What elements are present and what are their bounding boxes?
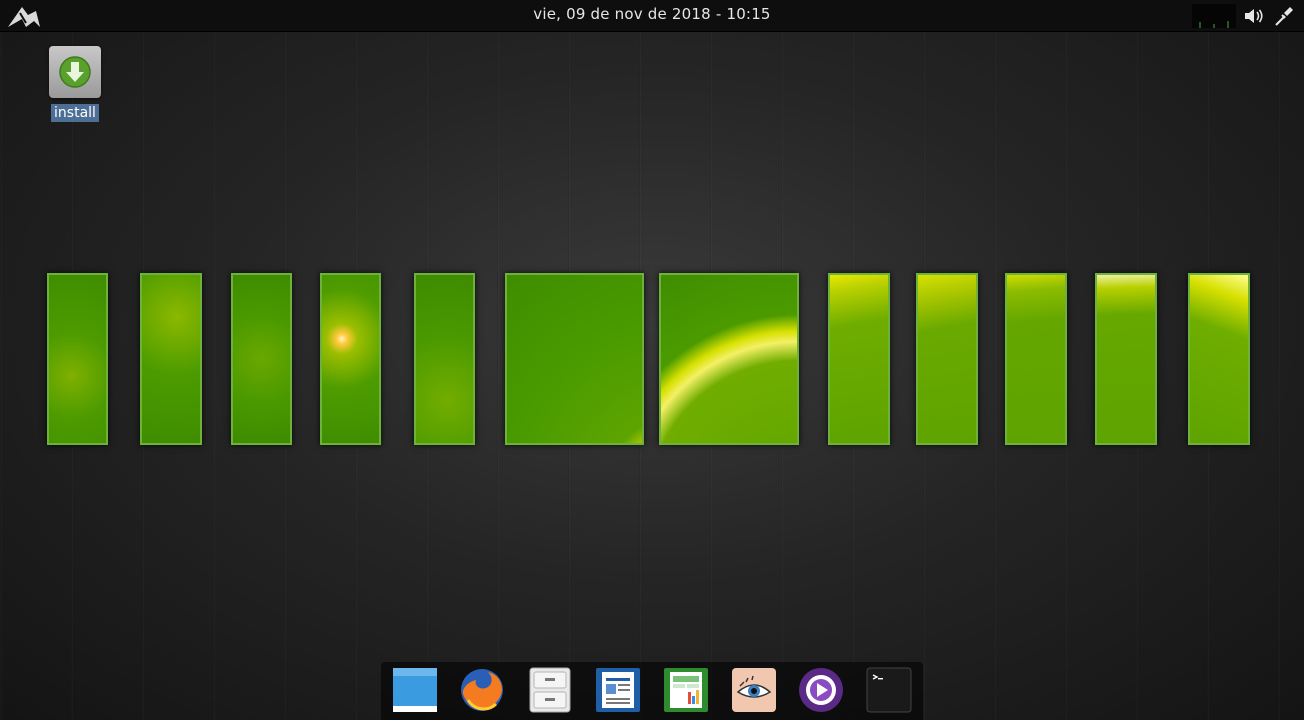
- wallpaper-panel: [505, 273, 644, 445]
- wallpaper-panel: [414, 273, 475, 445]
- terminal-icon[interactable]: [865, 666, 913, 714]
- network-icon[interactable]: [1273, 5, 1295, 27]
- file-manager-icon[interactable]: [391, 666, 439, 714]
- desktop-icon-label: install: [51, 104, 99, 122]
- firefox-icon[interactable]: [458, 666, 506, 714]
- wallpaper-panel: [140, 273, 202, 445]
- image-viewer-icon[interactable]: [730, 666, 778, 714]
- media-player-icon[interactable]: [797, 666, 845, 714]
- writer-icon[interactable]: [594, 666, 642, 714]
- wallpaper-panel: [231, 273, 292, 445]
- top-panel: vie, 09 de nov de 2018 - 10:15: [0, 0, 1304, 32]
- desktop-icon-install[interactable]: install: [48, 46, 102, 122]
- wallpaper-panel: [320, 273, 381, 445]
- file-cabinet-icon[interactable]: [526, 666, 574, 714]
- cpu-graph: [1192, 4, 1236, 28]
- volume-icon[interactable]: [1243, 5, 1265, 27]
- calc-icon[interactable]: [662, 666, 710, 714]
- wallpaper-panel: [659, 273, 799, 445]
- wallpaper-panel: [47, 273, 108, 445]
- download-arrow-icon: [49, 46, 101, 98]
- wallpaper-panel: [1005, 273, 1067, 445]
- wallpaper-panel: [828, 273, 890, 445]
- wallpaper-panel: [1188, 273, 1250, 445]
- wallpaper-panel: [1095, 273, 1157, 445]
- clock[interactable]: vie, 09 de nov de 2018 - 10:15: [0, 5, 1304, 23]
- wallpaper-panel: [916, 273, 978, 445]
